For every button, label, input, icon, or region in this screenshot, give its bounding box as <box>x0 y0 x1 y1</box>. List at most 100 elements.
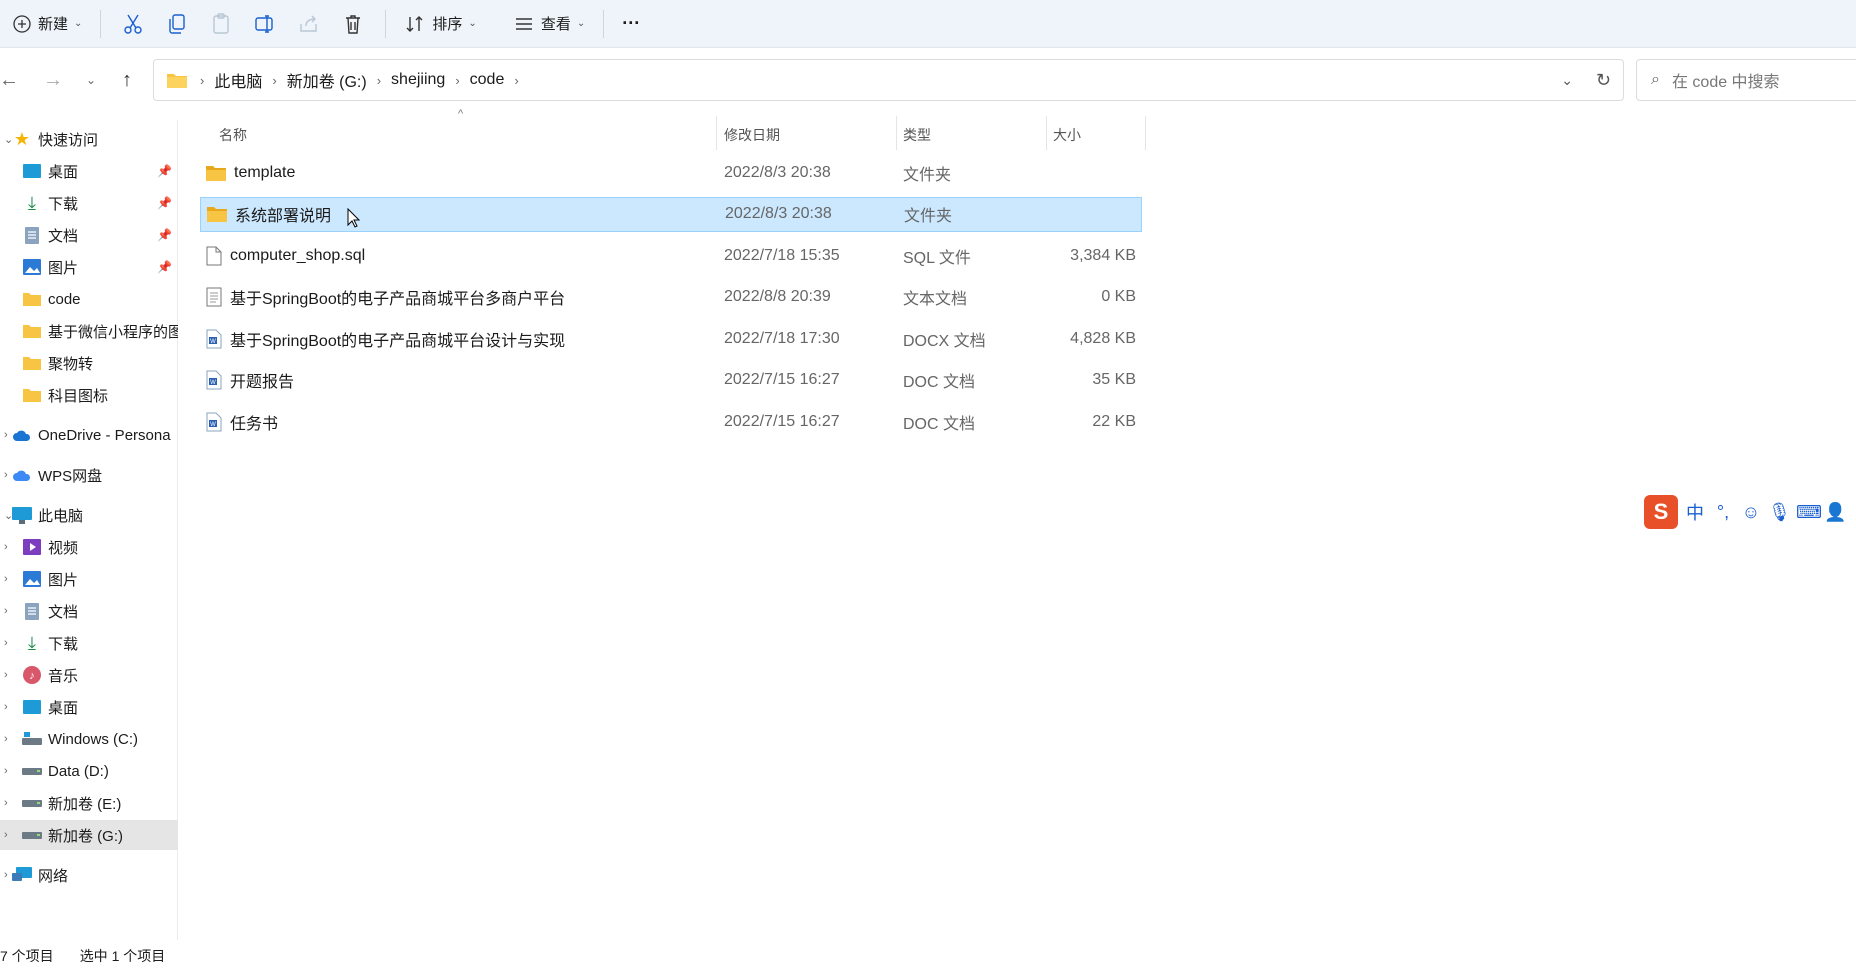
file-row[interactable]: computer_shop.sql 2022/7/18 15:35 SQL 文件 3,… <box>200 238 1142 273</box>
sidebar-wps-drive[interactable]: › WPS网盘 <box>0 460 178 490</box>
scissors-icon <box>124 14 143 34</box>
chevron-down-icon: ⌄ <box>85 73 97 87</box>
ime-toolbar[interactable]: S 中 °, ☺ 🎙 ⌨ 👤 <box>1644 494 1856 530</box>
crumb-separator-icon: › <box>272 72 277 88</box>
sidebar-label: 新加卷 (G:) <box>48 827 123 845</box>
sidebar-item-juwuzhuan[interactable]: 聚物转 <box>0 348 178 378</box>
sidebar-label: Windows (C:) <box>48 730 139 748</box>
sidebar-quick-access[interactable]: ⌄ ★ 快速访问 <box>0 124 178 154</box>
copy-button[interactable] <box>155 6 199 42</box>
folder-icon <box>22 386 42 404</box>
cut-button[interactable] <box>111 6 155 42</box>
file-type: 文本文档 <box>903 291 968 308</box>
sort-button[interactable]: 排序 ⌄ <box>396 6 484 42</box>
sidebar-item-drive-g[interactable]: › 新加卷 (G:) <box>0 820 178 850</box>
file-name: template <box>234 163 296 181</box>
column-header-name[interactable]: 名称 <box>219 120 247 150</box>
file-row[interactable]: W 开题报告 2022/7/15 16:27 DOC 文档 35 KB <box>200 363 1142 398</box>
sidebar-item-pc-downloads[interactable]: › ⤓ 下载 <box>0 628 178 658</box>
navigation-pane: ⌄ ★ 快速访问 桌面 📌 ⤓ 下载 📌 文档 📌 图片 📌 code 基于微信… <box>0 120 178 940</box>
breadcrumb-code[interactable]: code <box>470 71 505 89</box>
pin-icon: 📌 <box>157 196 172 210</box>
sidebar-item-videos[interactable]: › 视频 <box>0 532 178 562</box>
file-row[interactable]: template 2022/8/3 20:38 文件夹 <box>200 155 1142 190</box>
column-divider[interactable] <box>1145 116 1146 150</box>
up-button[interactable]: ↑ <box>112 65 142 95</box>
file-row[interactable]: 系统部署说明 2022/8/3 20:38 文件夹 <box>200 196 1142 232</box>
file-type: DOC 文档 <box>903 374 976 391</box>
sidebar-item-desktop[interactable]: 桌面 📌 <box>0 156 178 186</box>
search-placeholder: 在 code 中搜索 <box>1671 74 1780 91</box>
sidebar-item-pc-pictures[interactable]: › 图片 <box>0 564 178 594</box>
sidebar-item-subject-icons[interactable]: 科目图标 <box>0 380 178 410</box>
svg-text:W: W <box>210 339 216 345</box>
emoji-icon[interactable]: ☺ <box>1740 502 1762 523</box>
sort-label: 排序 <box>432 16 463 33</box>
file-name: 系统部署说明 <box>235 208 332 225</box>
new-button[interactable]: 新建 ⌄ <box>4 6 90 42</box>
breadcrumb-shejiing[interactable]: shejiing <box>391 71 445 89</box>
sidebar-item-pc-desktop[interactable]: › 桌面 <box>0 692 178 722</box>
keyboard-icon[interactable]: ⌨ <box>1796 502 1822 523</box>
sidebar-this-pc[interactable]: ⌄ 此电脑 <box>0 500 178 530</box>
back-button[interactable]: ← <box>0 65 24 95</box>
sidebar-onedrive[interactable]: › OneDrive - Persona <box>0 420 178 450</box>
column-header-size[interactable]: 大小 <box>1053 120 1081 150</box>
sidebar-network[interactable]: › 网络 <box>0 860 178 890</box>
refresh-button[interactable]: ↻ <box>1596 70 1611 91</box>
sidebar-label: Data (D:) <box>48 762 109 780</box>
file-name-cell: template <box>206 155 706 190</box>
sidebar-item-pictures[interactable]: 图片 📌 <box>0 252 178 282</box>
copy-icon <box>169 13 186 34</box>
sidebar-label: 新加卷 (E:) <box>48 795 122 813</box>
sort-icon <box>406 15 423 32</box>
sidebar-item-music[interactable]: › ♪ 音乐 <box>0 660 178 690</box>
folder-icon <box>22 322 42 340</box>
list-view-icon <box>515 17 532 30</box>
file-name-cell: W 任务书 <box>206 404 706 439</box>
sidebar-item-drive-c[interactable]: › Windows (C:) <box>0 724 178 754</box>
column-header-type[interactable]: 类型 <box>903 120 931 150</box>
download-icon: ⤓ <box>28 192 36 213</box>
file-row[interactable]: W 任务书 2022/7/15 16:27 DOC 文档 22 KB <box>200 404 1142 439</box>
sidebar-item-pc-documents[interactable]: › 文档 <box>0 596 178 626</box>
ime-punctuation-toggle[interactable]: °, <box>1712 502 1734 523</box>
more-options-button[interactable]: ··· <box>614 6 648 42</box>
breadcrumb-this-pc[interactable]: 此电脑 <box>214 68 262 92</box>
sidebar-item-code[interactable]: code <box>0 284 178 314</box>
file-row[interactable]: 基于SpringBoot的电子产品商城平台多商户平台 2022/8/8 20:39… <box>200 280 1142 315</box>
file-row[interactable]: W 基于SpringBoot的电子产品商城平台设计与实现 2022/7/18 17:… <box>200 321 1142 356</box>
column-divider[interactable] <box>896 116 897 150</box>
column-header-date[interactable]: 修改日期 <box>724 120 780 150</box>
rename-button[interactable] <box>243 6 287 42</box>
file-size <box>1030 155 1136 190</box>
file-name-cell: computer_shop.sql <box>206 238 706 273</box>
breadcrumb-drive-g[interactable]: 新加卷 (G:) <box>287 68 367 92</box>
svg-text:W: W <box>210 380 216 386</box>
chevron-right-icon: › <box>4 469 8 481</box>
column-divider[interactable] <box>1046 116 1047 150</box>
file-type: 文件夹 <box>903 166 952 184</box>
forward-button[interactable]: → <box>38 65 68 95</box>
address-history-button[interactable]: ⌄ <box>1561 72 1573 89</box>
sidebar-item-drive-d[interactable]: › Data (D:) <box>0 756 178 786</box>
sidebar-item-documents[interactable]: 文档 📌 <box>0 220 178 250</box>
new-label: 新建 <box>38 16 69 33</box>
delete-button[interactable] <box>331 6 375 42</box>
paste-button[interactable] <box>199 6 243 42</box>
microphone-icon[interactable]: 🎙 <box>1768 502 1791 523</box>
address-bar[interactable]: › 此电脑 › 新加卷 (G:) › shejiing › code › ⌄ ↻ <box>153 59 1624 101</box>
column-header-label: 大小 <box>1053 127 1081 143</box>
view-button[interactable]: 查看 ⌄ <box>505 6 593 42</box>
share-button[interactable] <box>287 6 331 42</box>
sidebar-item-drive-e[interactable]: › 新加卷 (E:) <box>0 788 178 818</box>
sidebar-item-wechat-project[interactable]: 基于微信小程序的图 <box>0 316 178 346</box>
pin-icon: 📌 <box>157 164 172 178</box>
recent-locations-button[interactable]: ⌄ <box>76 65 106 95</box>
search-box[interactable]: ⌕ 在 code 中搜索 <box>1636 59 1856 101</box>
user-icon[interactable]: 👤 <box>1824 502 1846 523</box>
column-divider[interactable] <box>716 116 717 150</box>
sidebar-item-downloads[interactable]: ⤓ 下载 📌 <box>0 188 178 218</box>
ime-mode-toggle[interactable]: 中 <box>1684 499 1706 525</box>
document-icon <box>22 226 42 244</box>
